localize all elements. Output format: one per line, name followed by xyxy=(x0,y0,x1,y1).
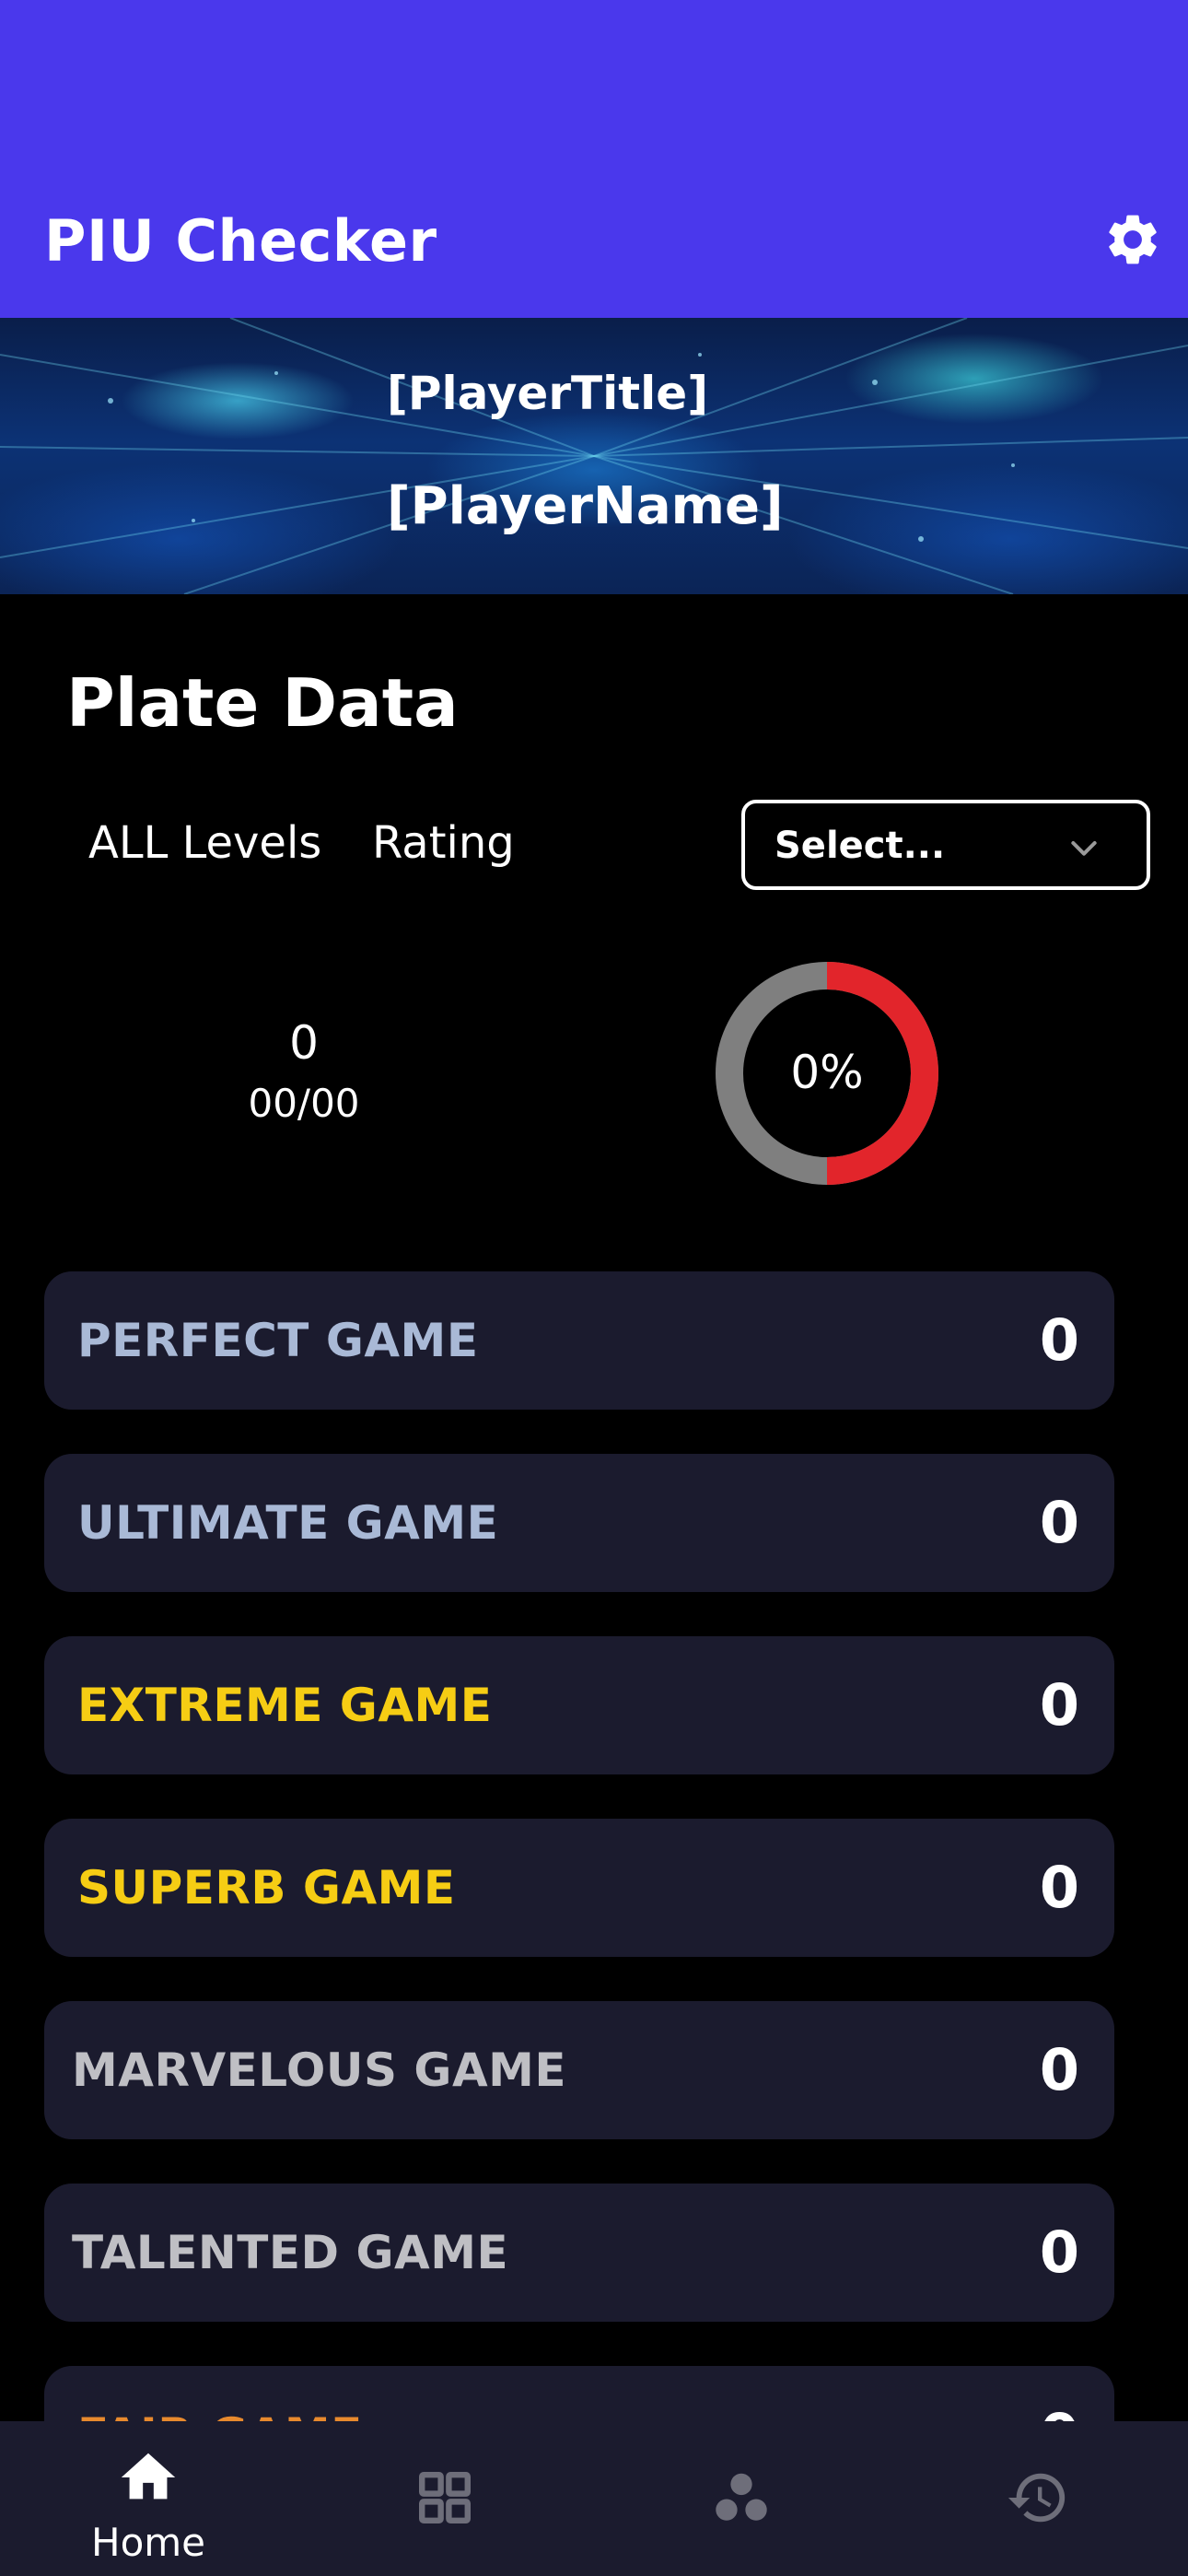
plate-count: 0 xyxy=(1040,2401,1079,2421)
level-select-dropdown[interactable]: Select... xyxy=(741,800,1150,890)
plate-row-marvelous-game[interactable]: MARVELOUS GAME 0 xyxy=(44,2001,1114,2139)
nav-home[interactable]: Home xyxy=(0,2421,297,2576)
circles-icon xyxy=(716,2473,767,2521)
nav-groups[interactable] xyxy=(593,2421,890,2576)
plate-label: PERFECT GAME xyxy=(77,1314,479,1367)
banner-background-image xyxy=(0,318,1188,594)
chevron-down-icon xyxy=(1071,841,1097,856)
plate-row-superb-game[interactable]: SUPERB GAME 0 xyxy=(44,1819,1114,1957)
plate-count: 0 xyxy=(1039,2219,1079,2286)
plate-count: 0 xyxy=(1039,1489,1079,1556)
progress-percent-label: 0% xyxy=(790,1046,863,1099)
plate-count: 0 xyxy=(1039,1854,1079,1921)
plate-count: 0 xyxy=(1039,2036,1079,2103)
nav-home-label: Home xyxy=(90,2520,206,2565)
plate-list: PERFECT GAME 0 ULTIMATE GAME 0 EXTREME G… xyxy=(44,1271,1114,2421)
select-placeholder: Select... xyxy=(775,825,946,867)
player-name: [PlayerName] xyxy=(387,476,784,536)
bottom-navigation: Home xyxy=(0,2421,1188,2576)
plate-count: 0 xyxy=(1039,1671,1079,1739)
grid-icon xyxy=(419,2472,471,2523)
plate-data-heading: Plate Data xyxy=(66,664,459,742)
plate-row-fair-game[interactable]: FAIR GAME 0 xyxy=(44,2366,1114,2421)
plate-label: FAIR GAME xyxy=(77,2406,363,2421)
history-icon xyxy=(1007,2473,1066,2523)
home-icon xyxy=(121,2453,176,2500)
player-title: [PlayerTitle] xyxy=(387,367,709,420)
plate-total-count: 0 xyxy=(289,1016,319,1070)
nav-grid[interactable] xyxy=(297,2421,593,2576)
plate-row-perfect-game[interactable]: PERFECT GAME 0 xyxy=(44,1271,1114,1410)
player-banner: [PlayerTitle] [PlayerName] xyxy=(0,318,1188,594)
plate-row-talented-game[interactable]: TALENTED GAME 0 xyxy=(44,2184,1114,2322)
plate-label: TALENTED GAME xyxy=(72,2226,509,2279)
plate-label: EXTREME GAME xyxy=(77,1679,493,1732)
plate-label: ULTIMATE GAME xyxy=(77,1496,499,1550)
plate-fraction: 00/00 xyxy=(248,1081,360,1126)
filter-all-levels[interactable]: ALL Levels xyxy=(88,815,321,871)
plate-row-ultimate-game[interactable]: ULTIMATE GAME 0 xyxy=(44,1454,1114,1592)
settings-button[interactable] xyxy=(1101,207,1165,272)
app-bar: PIU Checker xyxy=(0,0,1188,318)
plate-row-extreme-game[interactable]: EXTREME GAME 0 xyxy=(44,1636,1114,1774)
nav-history[interactable] xyxy=(890,2421,1186,2576)
progress-ring: 0% xyxy=(716,962,938,1185)
plate-label: MARVELOUS GAME xyxy=(72,2043,567,2097)
app-title: PIU Checker xyxy=(44,207,437,275)
gear-icon xyxy=(1109,215,1157,264)
plate-label: SUPERB GAME xyxy=(77,1861,456,1914)
plate-count: 0 xyxy=(1039,1306,1079,1374)
filter-rating[interactable]: Rating xyxy=(372,815,515,871)
